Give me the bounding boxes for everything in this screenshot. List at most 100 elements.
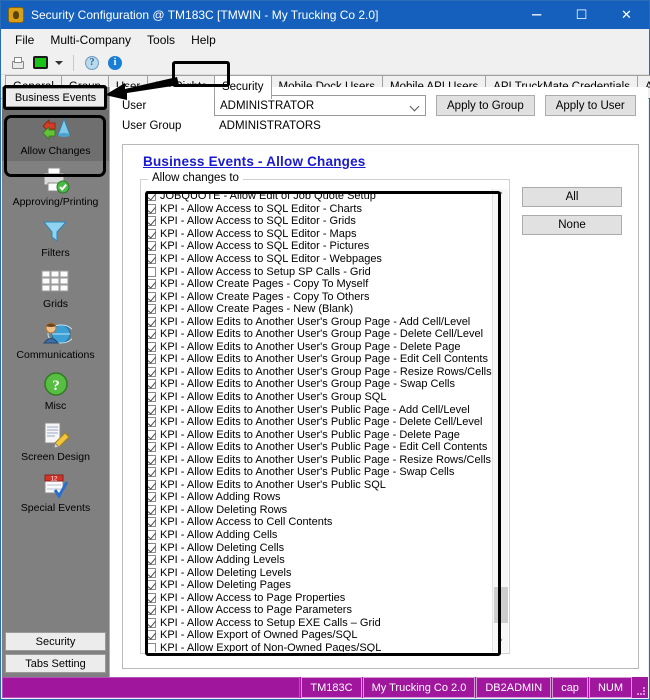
list-item[interactable]: KPI - Allow Edits to Another User's Grou… bbox=[146, 341, 492, 354]
list-item-checkbox[interactable] bbox=[146, 228, 156, 239]
list-item-checkbox[interactable] bbox=[146, 630, 156, 641]
list-item-checkbox[interactable] bbox=[146, 567, 156, 578]
list-item-checkbox[interactable] bbox=[146, 580, 156, 591]
list-item-checkbox[interactable] bbox=[146, 191, 156, 202]
scrollbar-thumb[interactable] bbox=[494, 587, 508, 623]
sidebar-item-grids[interactable]: Grids bbox=[2, 263, 109, 314]
select-none-button[interactable]: None bbox=[522, 215, 622, 235]
list-item[interactable]: KPI - Allow Deleting Levels bbox=[146, 566, 492, 579]
list-item-checkbox[interactable] bbox=[146, 504, 156, 515]
list-item-checkbox[interactable] bbox=[146, 492, 156, 503]
list-item[interactable]: KPI - Allow Access to SQL Editor - Chart… bbox=[146, 203, 492, 216]
list-item[interactable]: KPI - Allow Edits to Another User's Grou… bbox=[146, 366, 492, 379]
list-item-checkbox[interactable] bbox=[146, 341, 156, 352]
list-item-checkbox[interactable] bbox=[146, 329, 156, 340]
list-item-checkbox[interactable] bbox=[146, 555, 156, 566]
list-item[interactable]: KPI - Allow Access to Setup SP Calls - G… bbox=[146, 265, 492, 278]
list-item-checkbox[interactable] bbox=[146, 291, 156, 302]
list-item-checkbox[interactable] bbox=[146, 279, 156, 290]
list-item[interactable]: KPI - Allow Edits to Another User's Publ… bbox=[146, 403, 492, 416]
sidebar-tab-business-events[interactable]: Business Events bbox=[5, 88, 106, 107]
list-item-checkbox[interactable] bbox=[146, 517, 156, 528]
list-item-checkbox[interactable] bbox=[146, 304, 156, 315]
list-item-checkbox[interactable] bbox=[146, 617, 156, 628]
list-item[interactable]: KPI - Allow Edits to Another User's Publ… bbox=[146, 441, 492, 454]
sidebar-item-special-events[interactable]: 12 Special Events bbox=[2, 467, 109, 518]
list-item-checkbox[interactable] bbox=[146, 316, 156, 327]
list-item-checkbox[interactable] bbox=[146, 467, 156, 478]
menu-item-help[interactable]: Help bbox=[183, 31, 224, 49]
sidebar-item-misc[interactable]: ? Misc bbox=[2, 365, 109, 416]
list-item-checkbox[interactable] bbox=[146, 592, 156, 603]
sidebar-item-communications[interactable]: Communications bbox=[2, 314, 109, 365]
list-item[interactable]: KPI - Allow Create Pages - Copy To Other… bbox=[146, 290, 492, 303]
sidebar-item-filters[interactable]: Filters bbox=[2, 212, 109, 263]
sidebar-item-allow-changes[interactable]: Allow Changes bbox=[2, 110, 109, 161]
list-item-checkbox[interactable] bbox=[146, 354, 156, 365]
list-item[interactable]: KPI - Allow Edits to Another User's Grou… bbox=[146, 328, 492, 341]
sidebar-item-screen-design[interactable]: Screen Design bbox=[2, 416, 109, 467]
tab-security[interactable]: Security bbox=[213, 75, 272, 99]
list-item[interactable]: KPI - Allow Deleting Rows bbox=[146, 504, 492, 517]
list-item[interactable]: KPI - Allow Edits to Another User's Grou… bbox=[146, 391, 492, 404]
list-item[interactable]: KPI - Allow Adding Levels bbox=[146, 554, 492, 567]
list-item-checkbox[interactable] bbox=[146, 216, 156, 227]
list-item[interactable]: KPI - Allow Access to Setup EXE Calls – … bbox=[146, 617, 492, 630]
list-item-checkbox[interactable] bbox=[146, 203, 156, 214]
list-item-checkbox[interactable] bbox=[146, 479, 156, 490]
list-item[interactable]: KPI - Allow Deleting Cells bbox=[146, 541, 492, 554]
close-button[interactable]: ✕ bbox=[604, 1, 649, 29]
list-item-checkbox[interactable] bbox=[146, 266, 156, 277]
list-item-checkbox[interactable] bbox=[146, 241, 156, 252]
scroll-down-arrow-icon[interactable]: ˅ bbox=[493, 636, 508, 652]
list-item-checkbox[interactable] bbox=[146, 392, 156, 403]
list-item-checkbox[interactable] bbox=[146, 379, 156, 390]
list-item-checkbox[interactable] bbox=[146, 417, 156, 428]
sidebar-button-security[interactable]: Security bbox=[5, 632, 106, 651]
help-button[interactable]: ? bbox=[82, 53, 102, 73]
list-item[interactable]: KPI - Allow Create Pages - Copy To Mysel… bbox=[146, 278, 492, 291]
list-item-checkbox[interactable] bbox=[146, 530, 156, 541]
list-item-checkbox[interactable] bbox=[146, 429, 156, 440]
list-item-checkbox[interactable] bbox=[146, 454, 156, 465]
list-item[interactable]: KPI - Allow Access to SQL Editor - Grids bbox=[146, 215, 492, 228]
apply-to-user-button[interactable]: Apply to User bbox=[544, 95, 636, 116]
minimize-button[interactable]: ─ bbox=[514, 1, 559, 29]
resize-grip-icon[interactable] bbox=[632, 677, 648, 698]
list-item[interactable]: KPI - Allow Edits to Another User's Grou… bbox=[146, 353, 492, 366]
maximize-button[interactable]: ☐ bbox=[559, 1, 604, 29]
list-item[interactable]: KPI - Allow Access to SQL Editor - Maps bbox=[146, 228, 492, 241]
list-item-checkbox[interactable] bbox=[146, 366, 156, 377]
list-item[interactable]: KPI - Allow Export of Owned Pages/SQL bbox=[146, 629, 492, 642]
list-item[interactable]: KPI - Allow Edits to Another User's Grou… bbox=[146, 378, 492, 391]
list-vertical-scrollbar[interactable]: ˄ ˅ bbox=[492, 189, 508, 652]
list-item[interactable]: KPI - Allow Access to SQL Editor - Webpa… bbox=[146, 253, 492, 266]
list-item[interactable]: KPI - Allow Access to SQL Editor - Pictu… bbox=[146, 240, 492, 253]
list-item[interactable]: KPI - Allow Create Pages - New (Blank) bbox=[146, 303, 492, 316]
list-item-checkbox[interactable] bbox=[146, 642, 156, 652]
list-item[interactable]: KPI - Allow Access to Page Properties bbox=[146, 592, 492, 605]
list-item-checkbox[interactable] bbox=[146, 442, 156, 453]
info-button[interactable]: i bbox=[105, 53, 125, 73]
list-item-checkbox[interactable] bbox=[146, 542, 156, 553]
scroll-up-arrow-icon[interactable]: ˄ bbox=[493, 189, 508, 205]
list-item[interactable]: JOBQUOTE - Allow Edit of Job Quote Setup bbox=[146, 190, 492, 203]
print-button[interactable] bbox=[7, 53, 27, 73]
menu-item-tools[interactable]: Tools bbox=[139, 31, 183, 49]
list-item[interactable]: KPI - Allow Edits to Another User's Publ… bbox=[146, 479, 492, 492]
list-item[interactable]: KPI - Allow Export of Non-Owned Pages/SQ… bbox=[146, 642, 492, 652]
sidebar-item-approving-printing[interactable]: Approving/Printing bbox=[2, 161, 109, 212]
list-item[interactable]: KPI - Allow Edits to Another User's Publ… bbox=[146, 416, 492, 429]
list-item[interactable]: KPI - Allow Edits to Another User's Grou… bbox=[146, 315, 492, 328]
screen-dropdown-button[interactable] bbox=[53, 53, 65, 73]
list-item-checkbox[interactable] bbox=[146, 605, 156, 616]
sidebar-button-tabs-setting[interactable]: Tabs Setting bbox=[5, 654, 106, 673]
list-item-checkbox[interactable] bbox=[146, 404, 156, 415]
select-all-button[interactable]: All bbox=[522, 187, 622, 207]
screen-button[interactable] bbox=[30, 53, 50, 73]
list-item[interactable]: KPI - Allow Edits to Another User's Publ… bbox=[146, 466, 492, 479]
menu-item-file[interactable]: File bbox=[7, 31, 42, 49]
list-item[interactable]: KPI - Allow Edits to Another User's Publ… bbox=[146, 453, 492, 466]
list-item[interactable]: KPI - Allow Adding Cells bbox=[146, 529, 492, 542]
list-item[interactable]: KPI - Allow Access to Page Parameters bbox=[146, 604, 492, 617]
